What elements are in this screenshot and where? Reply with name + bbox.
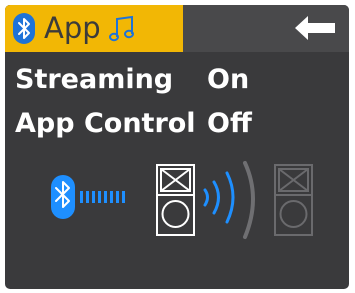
app-screen: App Streaming On App Control Off [5, 5, 349, 289]
arrow-left-icon [295, 16, 335, 40]
title-bar: App [5, 5, 349, 52]
tab-label: App [44, 11, 101, 45]
bluetooth-icon [51, 175, 75, 219]
connection-diagram [51, 161, 313, 239]
speaker-icon [274, 164, 313, 236]
speaker-icon [156, 164, 195, 236]
streaming-value[interactable]: On [207, 64, 249, 96]
bluetooth-icon [13, 13, 35, 44]
app-control-label: App Control [15, 108, 196, 139]
app-tab[interactable]: App [5, 5, 183, 52]
streaming-label: Streaming [15, 64, 174, 95]
signal-waves-icon [203, 161, 255, 239]
back-button[interactable] [294, 15, 336, 41]
link-dots-icon [80, 191, 125, 203]
music-note-icon [109, 15, 134, 42]
app-control-value[interactable]: Off [207, 108, 252, 140]
